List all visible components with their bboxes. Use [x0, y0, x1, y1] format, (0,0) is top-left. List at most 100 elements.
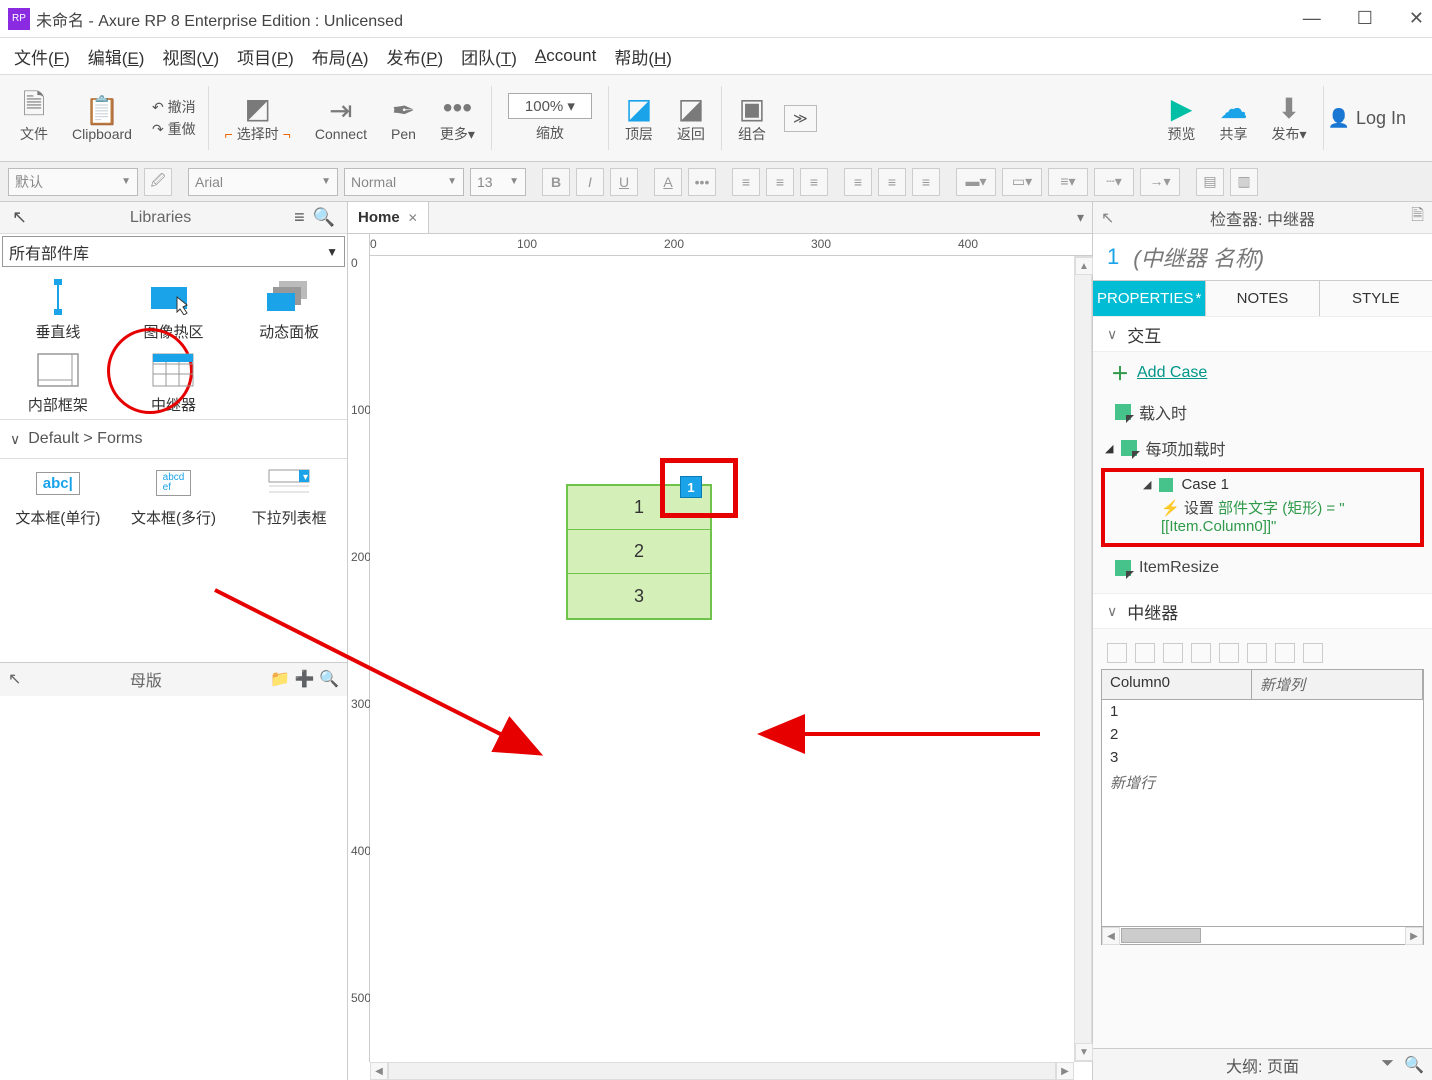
widget-iframe[interactable]: 内部框架 [8, 350, 108, 415]
widget-vline[interactable]: 垂直线 [8, 277, 108, 342]
align-center-button[interactable]: ≡ [766, 168, 794, 196]
table-tool-icon[interactable] [1107, 643, 1127, 663]
search-icon[interactable]: 🔍 [319, 669, 339, 689]
event-itemresize[interactable]: ItemResize [1093, 553, 1432, 583]
table-tool-icon[interactable] [1219, 643, 1239, 663]
style-select[interactable]: 默认▼ [8, 168, 138, 196]
table-tool-icon[interactable] [1191, 643, 1211, 663]
minimize-icon[interactable]: — [1303, 8, 1321, 29]
maximize-icon[interactable]: ☐ [1357, 8, 1373, 29]
table-tool-icon[interactable] [1135, 643, 1155, 663]
tool-publish[interactable]: ⬇ 发布▾ [1260, 79, 1319, 157]
tool-connect[interactable]: ⇥ Connect [303, 79, 379, 157]
add-master-icon[interactable]: ➕ [295, 669, 315, 689]
tab-close-icon[interactable]: ✕ [408, 211, 418, 225]
vertical-scrollbar[interactable]: ▲ ▼ [1074, 256, 1092, 1062]
align-right-button[interactable]: ≡ [800, 168, 828, 196]
undock-icon[interactable]: ↖ [8, 207, 31, 228]
tool-undo[interactable]: ↶撤消 [152, 97, 196, 117]
canvas[interactable]: 1 2 3 1 [370, 256, 1074, 1062]
tool-more[interactable]: ••• 更多▾ [428, 79, 487, 157]
fill-button[interactable]: ▬▾ [956, 168, 996, 196]
table-row[interactable]: 1 [1102, 700, 1423, 723]
valign-top-button[interactable]: ≡ [844, 168, 872, 196]
table-tool-icon[interactable] [1163, 643, 1183, 663]
tab-properties[interactable]: PROPERTIES* [1093, 281, 1206, 316]
line-style-button[interactable]: ┄▾ [1094, 168, 1134, 196]
bold-button[interactable]: B [542, 168, 570, 196]
widget-textarea[interactable]: abcdef 文本框(多行) [123, 463, 223, 528]
repeater-data-table[interactable]: Column0 新增列 1 2 3 新增行 ◀ ▶ [1101, 669, 1424, 945]
menu-account[interactable]: Account [529, 43, 602, 69]
section-repeater[interactable]: 中继器 [1093, 593, 1432, 629]
distribute-button[interactable]: ▥ [1230, 168, 1258, 196]
tool-group[interactable]: ▣ 组合 [726, 79, 778, 157]
tool-clipboard[interactable]: 📋 Clipboard [60, 79, 144, 157]
tool-overflow[interactable]: ≫ [778, 79, 823, 157]
tool-select[interactable]: ◩ ⌐ 选择时 ¬ [213, 79, 303, 157]
scroll-right-icon[interactable]: ▶ [1056, 1062, 1074, 1080]
forms-section[interactable]: Default > Forms [0, 419, 347, 459]
paint-format-icon[interactable]: 🖉 [144, 168, 172, 196]
inspector-name[interactable]: 1 (中继器 名称) [1093, 234, 1432, 280]
table-tool-icon[interactable] [1247, 643, 1267, 663]
table-tool-icon[interactable] [1275, 643, 1295, 663]
add-folder-icon[interactable]: 📁 [270, 669, 290, 689]
tool-share[interactable]: ☁ 共享 [1208, 79, 1260, 157]
tool-file[interactable]: 🗎 文件 [8, 79, 60, 157]
event-onitemload[interactable]: ◢ 每项加载时 [1093, 430, 1432, 466]
menu-view[interactable]: 视图(V) [156, 41, 225, 72]
widget-dynamicpanel[interactable]: 动态面板 [239, 277, 339, 342]
fontsize-select[interactable]: 13▼ [470, 168, 526, 196]
font-select[interactable]: Arial▼ [188, 168, 338, 196]
repeater-row[interactable]: 3 [568, 574, 710, 618]
column-header[interactable]: Column0 [1102, 670, 1252, 699]
menu-publish[interactable]: 发布(P) [380, 41, 449, 72]
widget-textfield[interactable]: abc| 文本框(单行) [8, 463, 108, 528]
menu-layout[interactable]: 布局(A) [306, 41, 375, 72]
table-row[interactable]: 3 [1102, 746, 1423, 769]
add-case-button[interactable]: ＋ Add Case [1093, 352, 1432, 394]
widget-hotspot[interactable]: 图像热区 [123, 277, 223, 342]
undock-icon[interactable]: ↖ [8, 669, 21, 689]
menu-file[interactable]: 文件(F) [8, 41, 76, 72]
scroll-left-icon[interactable]: ◀ [1102, 927, 1120, 945]
new-column[interactable]: 新增列 [1252, 670, 1423, 699]
tool-pen[interactable]: ✒ Pen [379, 79, 428, 157]
tab-list-button[interactable]: ▾ [1069, 209, 1092, 226]
widget-dropdown[interactable]: ▾ 下拉列表框 [239, 463, 339, 528]
event-onload[interactable]: 载入时 [1093, 394, 1432, 430]
weight-select[interactable]: Normal▼ [344, 168, 464, 196]
horizontal-scrollbar[interactable] [388, 1062, 1056, 1080]
menu-team[interactable]: 团队(T) [455, 41, 523, 72]
table-tool-icon[interactable] [1303, 643, 1323, 663]
align-left-button[interactable]: ≡ [732, 168, 760, 196]
scroll-right-icon[interactable]: ▶ [1405, 927, 1423, 945]
undock-icon[interactable]: ↖ [1101, 208, 1114, 228]
valign-mid-button[interactable]: ≡ [878, 168, 906, 196]
arrow-button[interactable]: →▾ [1140, 168, 1180, 196]
text-color-button[interactable]: A [654, 168, 682, 196]
repeater-row[interactable]: 2 [568, 530, 710, 574]
tool-zoom[interactable]: 100% ▾ 缩放 [496, 79, 604, 157]
menu-icon[interactable]: ≡ [290, 207, 309, 228]
filter-icon[interactable]: ⏷ [1381, 1055, 1394, 1075]
italic-button[interactable]: I [576, 168, 604, 196]
tool-redo[interactable]: ↷重做 [152, 119, 196, 139]
close-icon[interactable]: ✕ [1409, 8, 1424, 29]
new-row[interactable]: 新增行 [1102, 769, 1423, 796]
tab-style[interactable]: STYLE [1320, 281, 1432, 316]
menu-edit[interactable]: 编辑(E) [82, 41, 151, 72]
tool-back[interactable]: ◪ 返回 [665, 79, 717, 157]
tool-front[interactable]: ◪ 顶层 [613, 79, 665, 157]
valign-bot-button[interactable]: ≡ [912, 168, 940, 196]
line-color-button[interactable]: ▭▾ [1002, 168, 1042, 196]
line-weight-button[interactable]: ≡▾ [1048, 168, 1088, 196]
notes-icon[interactable]: 🗎 [1411, 204, 1424, 231]
section-interactions[interactable]: 交互 [1093, 316, 1432, 352]
table-row[interactable]: 2 [1102, 723, 1423, 746]
menu-project[interactable]: 项目(P) [231, 41, 300, 72]
more-text-button[interactable]: ••• [688, 168, 716, 196]
login-button[interactable]: 👤 Log In [1328, 108, 1424, 129]
zoom-select[interactable]: 100% ▾ [508, 93, 592, 119]
